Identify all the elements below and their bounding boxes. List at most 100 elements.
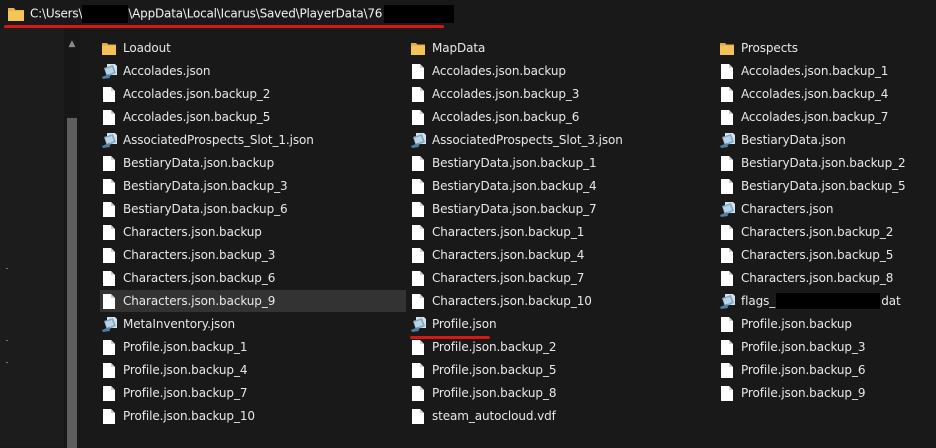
file-name: Accolades.json.backup_3 bbox=[432, 87, 580, 101]
file-icon bbox=[718, 246, 736, 264]
file-item[interactable]: Accolades.json.backup_2 bbox=[100, 83, 270, 105]
file-name: BestiaryData.json.backup_4 bbox=[432, 179, 597, 193]
file-item[interactable]: Accolades.json.backup_4 bbox=[718, 83, 888, 105]
file-item[interactable]: flags_ dat bbox=[718, 290, 901, 312]
file-icon bbox=[409, 246, 427, 264]
file-item[interactable]: Profile.json.backup_2 bbox=[409, 336, 556, 358]
file-item[interactable]: Profile.json bbox=[409, 313, 497, 335]
file-item[interactable]: BestiaryData.json.backup_5 bbox=[718, 175, 906, 197]
file-name: BestiaryData.json.backup_2 bbox=[741, 156, 906, 170]
file-icon bbox=[409, 292, 427, 310]
file-name: Characters.json.backup_8 bbox=[741, 271, 894, 285]
file-name: Profile.json bbox=[432, 317, 497, 331]
address-path[interactable]: C:\Users\ \AppData\Local\Icarus\Saved\Pla… bbox=[4, 4, 455, 24]
scroll-up-arrow-icon[interactable]: ▲ bbox=[64, 38, 80, 50]
file-item[interactable]: Accolades.json.backup bbox=[409, 60, 566, 82]
highlight-underline bbox=[410, 336, 490, 339]
navigation-scrollbar[interactable]: ▲ bbox=[64, 28, 80, 448]
redacted-block bbox=[82, 5, 129, 23]
file-item[interactable]: BestiaryData.json.backup_1 bbox=[409, 152, 597, 174]
file-item[interactable]: BestiaryData.json.backup bbox=[100, 152, 274, 174]
file-name: Profile.json.backup_6 bbox=[741, 363, 866, 377]
file-item[interactable]: Profile.json.backup_5 bbox=[409, 359, 556, 381]
folder-icon bbox=[100, 39, 118, 57]
file-name: Profile.json.backup_5 bbox=[432, 363, 557, 377]
file-icon bbox=[718, 154, 736, 172]
file-name: Accolades.json.backup bbox=[432, 64, 566, 78]
file-name: Characters.json.backup bbox=[123, 225, 262, 239]
file-name: Characters.json.backup_6 bbox=[123, 271, 276, 285]
file-item[interactable]: Profile.json.backup bbox=[718, 313, 852, 335]
file-item[interactable]: Accolades.json.backup_3 bbox=[409, 83, 579, 105]
file-item[interactable]: BestiaryData.json.backup_3 bbox=[100, 175, 288, 197]
file-item[interactable]: Characters.json.backup bbox=[100, 221, 262, 243]
file-name: Characters.json.backup_7 bbox=[432, 271, 585, 285]
file-item[interactable]: MapData bbox=[409, 37, 485, 59]
file-item[interactable]: Characters.json bbox=[718, 198, 833, 220]
file-name: Characters.json.backup_5 bbox=[741, 248, 894, 262]
file-item[interactable]: BestiaryData.json.backup_6 bbox=[100, 198, 288, 220]
file-item[interactable]: steam_autocloud.vdf bbox=[409, 405, 556, 427]
file-item[interactable]: Characters.json.backup_9 bbox=[100, 290, 406, 312]
file-item[interactable]: Accolades.json.backup_6 bbox=[409, 106, 579, 128]
json-file-icon bbox=[718, 200, 736, 218]
file-item[interactable]: BestiaryData.json.backup_7 bbox=[409, 198, 597, 220]
file-item[interactable]: Accolades.json.backup_7 bbox=[718, 106, 888, 128]
file-icon bbox=[100, 85, 118, 103]
file-item[interactable]: Accolades.json bbox=[100, 60, 211, 82]
address-bar[interactable]: C:\Users\ \AppData\Local\Icarus\Saved\Pla… bbox=[0, 0, 936, 29]
file-name: MapData bbox=[432, 41, 486, 55]
file-item[interactable]: Characters.json.backup_1 bbox=[409, 221, 584, 243]
file-name: MetaInventory.json bbox=[123, 317, 235, 331]
file-item[interactable]: AssociatedProspects_Slot_3.json bbox=[409, 129, 623, 151]
file-item[interactable]: Accolades.json.backup_5 bbox=[100, 106, 270, 128]
file-item[interactable]: BestiaryData.json bbox=[718, 129, 846, 151]
file-item[interactable]: Profile.json.backup_7 bbox=[100, 382, 247, 404]
file-name: BestiaryData.json.backup_5 bbox=[741, 179, 906, 193]
file-name: BestiaryData.json.backup_6 bbox=[123, 202, 288, 216]
file-icon bbox=[409, 200, 427, 218]
file-icon bbox=[100, 200, 118, 218]
file-icon bbox=[100, 154, 118, 172]
file-item[interactable]: MetaInventory.json bbox=[100, 313, 235, 335]
file-item[interactable]: BestiaryData.json.backup_2 bbox=[718, 152, 906, 174]
file-item[interactable]: Profile.json.backup_4 bbox=[100, 359, 247, 381]
file-name: Characters.json.backup_10 bbox=[432, 294, 592, 308]
file-item[interactable]: Characters.json.backup_10 bbox=[409, 290, 592, 312]
file-icon bbox=[100, 407, 118, 425]
file-item[interactable]: Profile.json.backup_10 bbox=[100, 405, 255, 427]
navigation-pane[interactable] bbox=[0, 28, 64, 446]
file-name: AssociatedProspects_Slot_1.json bbox=[123, 133, 314, 147]
file-list[interactable]: Loadout Accolades.json Accolades.json.back… bbox=[80, 28, 936, 446]
divider bbox=[6, 362, 8, 363]
file-item[interactable]: Profile.json.backup_3 bbox=[718, 336, 865, 358]
file-item[interactable]: Characters.json.backup_6 bbox=[100, 267, 275, 289]
scrollbar-thumb[interactable] bbox=[67, 118, 77, 448]
file-item[interactable]: Characters.json.backup_4 bbox=[409, 244, 584, 266]
file-item[interactable]: Profile.json.backup_8 bbox=[409, 382, 556, 404]
file-item[interactable]: Profile.json.backup_9 bbox=[718, 382, 865, 404]
file-item[interactable]: Loadout bbox=[100, 37, 171, 59]
file-item[interactable]: Profile.json.backup_6 bbox=[718, 359, 865, 381]
file-item[interactable]: Characters.json.backup_7 bbox=[409, 267, 584, 289]
file-name: steam_autocloud.vdf bbox=[432, 409, 556, 423]
file-name: flags_ bbox=[741, 294, 776, 308]
file-name: Profile.json.backup bbox=[741, 317, 852, 331]
file-item[interactable]: BestiaryData.json.backup_4 bbox=[409, 175, 597, 197]
file-icon bbox=[100, 361, 118, 379]
file-name: Characters.json.backup_9 bbox=[123, 294, 276, 308]
file-name: Profile.json.backup_4 bbox=[123, 363, 248, 377]
file-item[interactable]: Characters.json.backup_2 bbox=[718, 221, 893, 243]
json-file-icon bbox=[718, 131, 736, 149]
file-item[interactable]: Characters.json.backup_8 bbox=[718, 267, 893, 289]
file-item[interactable]: Prospects bbox=[718, 37, 798, 59]
file-name-suffix: dat bbox=[881, 294, 901, 308]
file-item[interactable]: Profile.json.backup_1 bbox=[100, 336, 247, 358]
file-item[interactable]: Accolades.json.backup_1 bbox=[718, 60, 888, 82]
file-item[interactable]: AssociatedProspects_Slot_1.json bbox=[100, 129, 314, 151]
file-icon bbox=[718, 62, 736, 80]
file-name: Accolades.json.backup_4 bbox=[741, 87, 889, 101]
file-name: Characters.json.backup_3 bbox=[123, 248, 276, 262]
file-item[interactable]: Characters.json.backup_3 bbox=[100, 244, 275, 266]
file-item[interactable]: Characters.json.backup_5 bbox=[718, 244, 893, 266]
